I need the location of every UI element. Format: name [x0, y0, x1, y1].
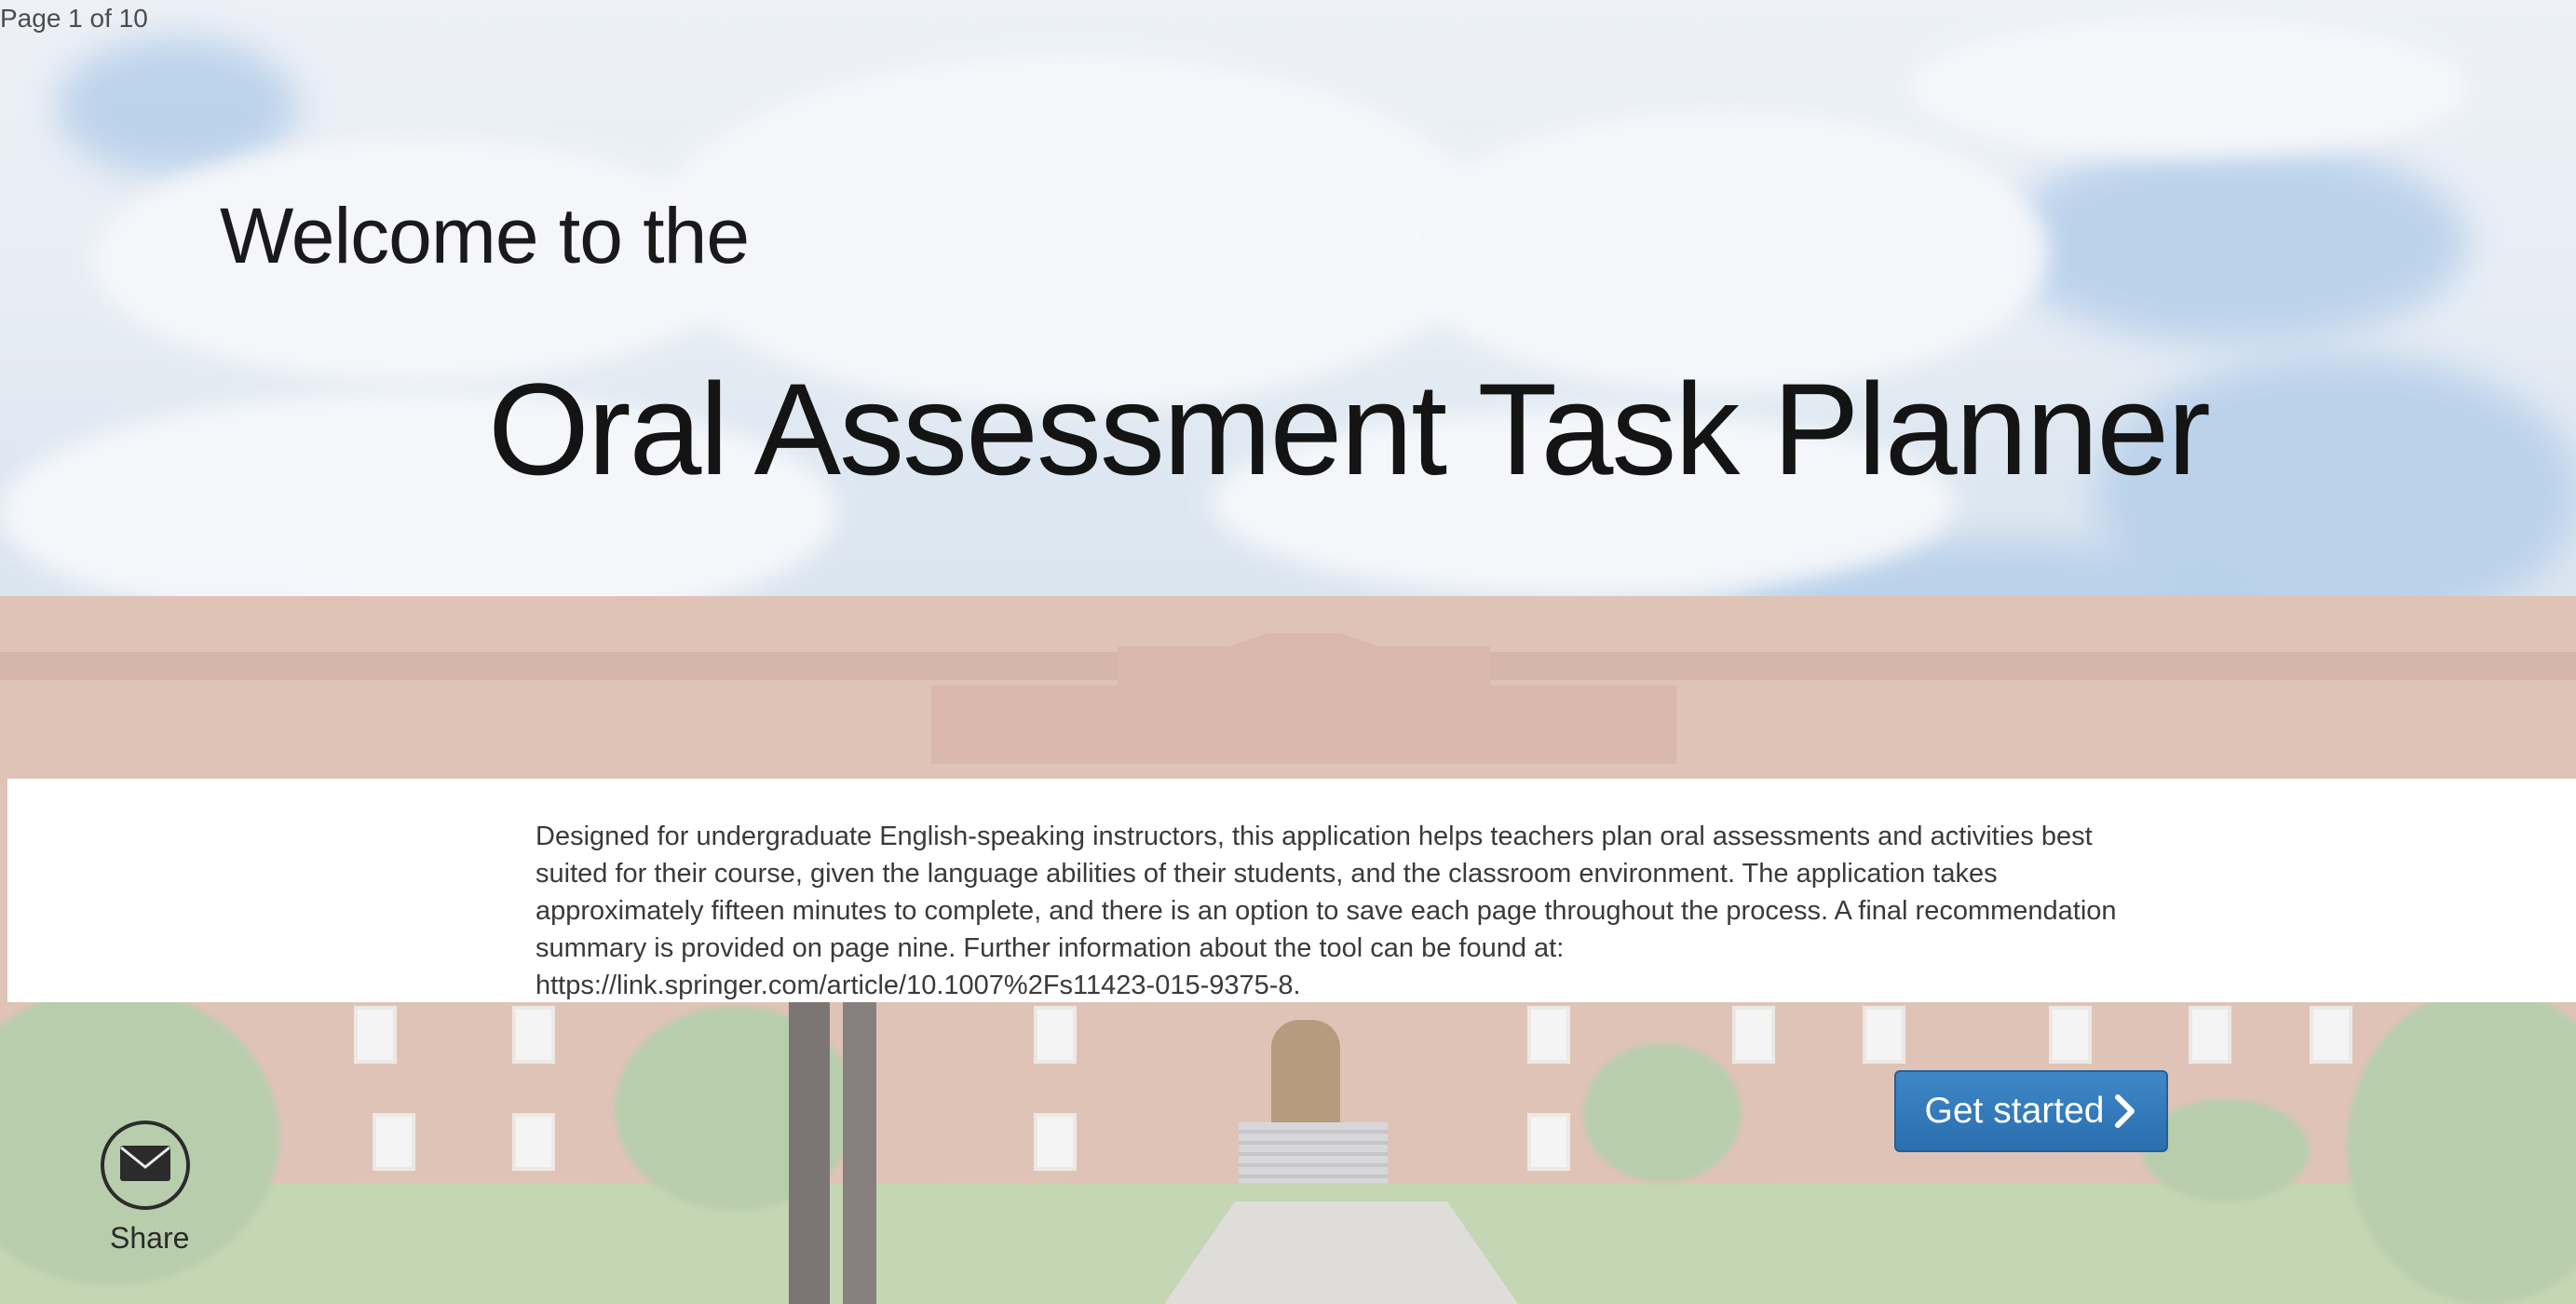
envelope-icon	[119, 1145, 171, 1187]
page-title: Oral Assessment Task Planner	[488, 356, 2211, 502]
page: Page 1 of 10 Welcome to the Oral Assessm…	[0, 0, 2576, 1304]
welcome-heading: Welcome to the	[220, 192, 750, 279]
description-text: Designed for undergraduate English-speak…	[536, 822, 2117, 1000]
share-button[interactable]	[101, 1121, 190, 1210]
page-indicator: Page 1 of 10	[0, 4, 148, 33]
get-started-button[interactable]: Get started	[1894, 1070, 2168, 1152]
get-started-label: Get started	[1924, 1091, 2105, 1131]
chevron-right-icon	[2113, 1094, 2137, 1128]
share-label: Share	[110, 1221, 190, 1255]
